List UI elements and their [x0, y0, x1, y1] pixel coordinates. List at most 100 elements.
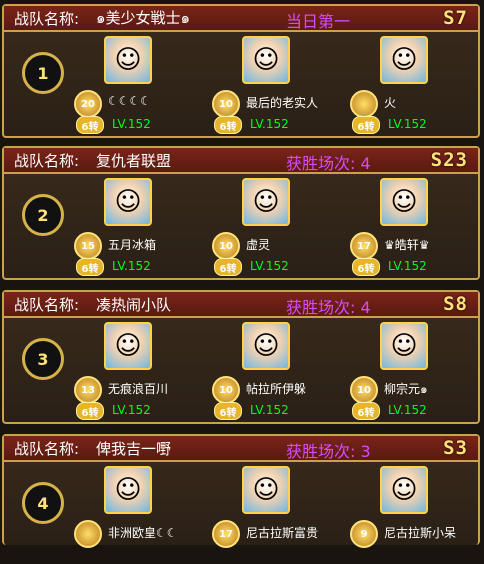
- rebirth-badge: 6转: [76, 258, 104, 276]
- server-badge: S3: [443, 437, 468, 459]
- character-portrait-icon: ☺: [252, 475, 280, 505]
- character-portrait-icon: ☺: [390, 187, 418, 217]
- character-portrait-icon: ☺: [252, 187, 280, 217]
- team-header: 战队名称: 俾我吉一嘢 获胜场次: 3 S3: [4, 436, 478, 462]
- team-name: 凑热闹小队: [96, 295, 172, 314]
- rebirth-badge: 6转: [214, 258, 242, 276]
- character-portrait-icon: ☺: [252, 45, 280, 75]
- medal-icon: 10: [212, 90, 240, 118]
- team-member[interactable]: ☺ 10 虚灵 6转 LV.152: [212, 176, 362, 276]
- team-card-2[interactable]: 战队名称: 复仇者联盟 获胜场次: 4 S23 2 ☺ 15 五月冰箱 6转 L…: [2, 146, 480, 280]
- member-name: ☾☾☾☾: [108, 94, 152, 108]
- team-card-4[interactable]: 战队名称: 俾我吉一嘢 获胜场次: 3 S3 4 ☺ 非洲欧皇☾☾ ☺ 17 尼…: [2, 434, 480, 548]
- team-card-3[interactable]: 战队名称: 凑热闹小队 获胜场次: 4 S8 3 ☺ 13 无痕浪百川 6转 L…: [2, 290, 480, 424]
- member-name: 无痕浪百川: [108, 382, 169, 396]
- member-avatar[interactable]: ☺: [380, 466, 428, 514]
- server-badge: S23: [430, 149, 468, 171]
- medal-icon: 9: [350, 520, 378, 548]
- team-header: 战队名称: 凑热闹小队 获胜场次: 4 S8: [4, 292, 478, 318]
- member-avatar[interactable]: ☺: [380, 178, 428, 226]
- rank-badge: 3: [22, 338, 64, 380]
- medal-icon: 20: [74, 90, 102, 118]
- medal-icon: 17: [212, 520, 240, 548]
- member-avatar[interactable]: ☺: [242, 466, 290, 514]
- member-level: LV.152: [250, 117, 289, 131]
- member-level: LV.152: [112, 403, 151, 417]
- member-avatar[interactable]: ☺: [104, 322, 152, 370]
- team-member[interactable]: ☺ 非洲欧皇☾☾: [74, 464, 224, 564]
- member-level: LV.152: [250, 259, 289, 273]
- member-name: ♛皓轩♛: [384, 238, 430, 252]
- member-level: LV.152: [112, 117, 151, 131]
- team-member[interactable]: ☺ 9 尼古拉斯小呆: [350, 464, 484, 564]
- member-avatar[interactable]: ☺: [104, 36, 152, 84]
- member-name: 柳宗元๑: [384, 382, 428, 396]
- team-member[interactable]: ☺ 15 五月冰箱 6转 LV.152: [74, 176, 224, 276]
- team-name-label: 战队名称:: [14, 151, 80, 170]
- team-member[interactable]: ☺ 20 ☾☾☾☾ 6转 LV.152: [74, 34, 224, 134]
- team-ranking-list: 战队名称: ๑美少女戦士๑ 当日第一 S7 1 ☺ 20 ☾☾☾☾ 6转 LV.…: [0, 0, 484, 548]
- member-level: LV.152: [112, 259, 151, 273]
- rank-badge: 4: [22, 482, 64, 524]
- character-portrait-icon: ☺: [390, 475, 418, 505]
- team-member[interactable]: ☺ 10 最后的老实人 6转 LV.152: [212, 34, 362, 134]
- medal-icon: [74, 520, 102, 548]
- team-name-label: 战队名称:: [14, 9, 80, 28]
- team-name: ๑美少女戦士๑: [96, 9, 191, 27]
- member-avatar[interactable]: ☺: [242, 36, 290, 84]
- team-header: 战队名称: 复仇者联盟 获胜场次: 4 S23: [4, 148, 478, 174]
- character-portrait-icon: ☺: [114, 45, 142, 75]
- character-portrait-icon: ☺: [114, 331, 142, 361]
- team-header: 战队名称: ๑美少女戦士๑ 当日第一 S7: [4, 6, 478, 32]
- team-name-label: 战队名称:: [14, 295, 80, 314]
- team-member[interactable]: ☺ 17 尼古拉斯富贵: [212, 464, 362, 564]
- team-member[interactable]: ☺ 10 柳宗元๑ 6转 LV.152: [350, 320, 484, 420]
- medal-icon: 10: [350, 376, 378, 404]
- team-member[interactable]: ☺ 火 6转 LV.152: [350, 34, 484, 134]
- team-member[interactable]: ☺ 17 ♛皓轩♛ 6转 LV.152: [350, 176, 484, 276]
- member-avatar[interactable]: ☺: [380, 322, 428, 370]
- team-name: 俾我吉一嘢: [96, 439, 172, 458]
- rebirth-badge: 6转: [214, 116, 242, 134]
- rebirth-badge: 6转: [352, 116, 380, 134]
- character-portrait-icon: ☺: [114, 475, 142, 505]
- team-member[interactable]: ☺ 13 无痕浪百川 6转 LV.152: [74, 320, 224, 420]
- member-name: 火: [384, 96, 397, 110]
- team-name-label: 战队名称:: [14, 439, 80, 458]
- medal-icon: 17: [350, 232, 378, 260]
- rebirth-badge: 6转: [76, 402, 104, 420]
- rebirth-badge: 6转: [214, 402, 242, 420]
- character-portrait-icon: ☺: [390, 45, 418, 75]
- team-status: 当日第一: [286, 12, 351, 31]
- rank-badge: 2: [22, 194, 64, 236]
- member-avatar[interactable]: ☺: [380, 36, 428, 84]
- rebirth-badge: 6转: [76, 116, 104, 134]
- member-avatar[interactable]: ☺: [104, 178, 152, 226]
- character-portrait-icon: ☺: [252, 331, 280, 361]
- member-name: 虚灵: [246, 238, 271, 252]
- rebirth-badge: 6转: [352, 402, 380, 420]
- member-avatar[interactable]: ☺: [104, 466, 152, 514]
- server-badge: S7: [443, 7, 468, 29]
- member-avatar[interactable]: ☺: [242, 322, 290, 370]
- member-level: LV.152: [388, 403, 427, 417]
- team-status: 获胜场次: 4: [286, 154, 371, 173]
- team-member[interactable]: ☺ 10 帖拉所伊躲 6转 LV.152: [212, 320, 362, 420]
- member-name: 尼古拉斯富贵: [246, 526, 319, 540]
- member-name: 帖拉所伊躲: [246, 382, 307, 396]
- member-level: LV.152: [388, 117, 427, 131]
- medal-icon: 15: [74, 232, 102, 260]
- team-name: 复仇者联盟: [96, 151, 172, 170]
- member-name: 五月冰箱: [108, 238, 157, 252]
- rank-badge: 1: [22, 52, 64, 94]
- character-portrait-icon: ☺: [390, 331, 418, 361]
- medal-icon: 10: [212, 376, 240, 404]
- member-name: 尼古拉斯小呆: [384, 526, 457, 540]
- member-level: LV.152: [250, 403, 289, 417]
- team-status: 获胜场次: 3: [286, 442, 371, 461]
- member-name: 最后的老实人: [246, 96, 319, 110]
- member-avatar[interactable]: ☺: [242, 178, 290, 226]
- member-name: 非洲欧皇☾☾: [108, 526, 178, 540]
- team-card-1[interactable]: 战队名称: ๑美少女戦士๑ 当日第一 S7 1 ☺ 20 ☾☾☾☾ 6转 LV.…: [2, 4, 480, 138]
- team-status: 获胜场次: 4: [286, 298, 371, 317]
